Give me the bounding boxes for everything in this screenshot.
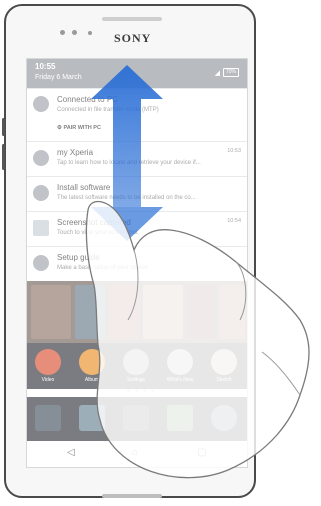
battery-icon: 70% <box>222 68 239 77</box>
notification-setup-guide[interactable]: Setup guide Make a basic setup of your d… <box>27 246 247 282</box>
app-label: Video <box>41 377 55 383</box>
screenshot-icon <box>33 220 49 236</box>
album-app-icon[interactable] <box>79 349 105 375</box>
search-icon <box>33 150 49 166</box>
status-time: 10:55 <box>35 62 56 71</box>
notification-subtitle: Make a basic setup of your device <box>57 265 148 271</box>
status-bar[interactable]: 10:55 Friday 6 March ◢ 70% <box>27 59 247 88</box>
notification-title: Connected to PC <box>57 95 118 104</box>
app-drawer-icon[interactable] <box>123 405 149 431</box>
notification-title: my Xperia <box>57 148 94 157</box>
app-label: What's New <box>166 377 194 383</box>
photo-thumbnail[interactable] <box>219 285 245 339</box>
video-app-icon[interactable] <box>35 349 61 375</box>
notification-title: Install software <box>57 183 111 192</box>
dock-row <box>27 397 247 443</box>
bottom-speaker <box>102 494 162 498</box>
apps-folder-icon[interactable] <box>35 405 61 431</box>
app-row: Video Album Settings What's New Sketch <box>27 343 247 389</box>
whats-new-app-icon[interactable] <box>167 349 193 375</box>
phone-icon[interactable] <box>211 405 237 431</box>
brand-logo: SONY <box>114 31 152 45</box>
photo-thumbnail[interactable] <box>109 285 139 339</box>
settings-app-icon[interactable] <box>123 349 149 375</box>
back-icon[interactable]: ◁ <box>67 447 75 458</box>
sketch-app-icon[interactable] <box>211 349 237 375</box>
screen: 10:55 Friday 6 March ◢ 70% Connected to … <box>26 58 248 468</box>
front-sensor-2 <box>72 30 77 35</box>
notification-time: 10:53 <box>227 148 241 154</box>
setup-icon <box>33 255 49 271</box>
app-label: Settings <box>126 377 146 383</box>
play-store-icon[interactable] <box>79 405 105 431</box>
notification-subtitle: The latest software needs to be installe… <box>57 195 196 201</box>
power-button[interactable] <box>2 118 5 136</box>
notification-my-xperia[interactable]: my Xperia Tap to learn how to locate and… <box>27 141 247 176</box>
volume-button[interactable] <box>2 144 5 170</box>
notification-subtitle: Tap to learn how to locate and retrieve … <box>57 160 201 166</box>
home-page-indicator <box>127 389 154 392</box>
phone-body: SONY 10:55 Friday 6 March ◢ 70% Connecte… <box>2 4 256 498</box>
photo-thumbnail[interactable] <box>143 285 183 339</box>
notification-install-software[interactable]: Install software The latest software nee… <box>27 176 247 211</box>
front-camera <box>88 31 92 35</box>
app-label: Album <box>84 377 100 383</box>
signal-icon: ◢ <box>214 69 220 77</box>
recent-apps-icon[interactable]: ▢ <box>197 447 206 458</box>
notification-subtitle: Touch to view your screenshot <box>57 230 138 236</box>
navigation-bar: ◁ ⌂ ▢ <box>27 441 247 467</box>
notification-title: Screenshot captured <box>57 218 131 227</box>
notification-subtitle: Connected in file transfer mode (MTP) <box>57 107 159 113</box>
photo-thumbnail[interactable] <box>75 285 105 339</box>
notification-time: 10:54 <box>227 218 241 224</box>
wallpaper-widget <box>27 281 247 343</box>
notification-screenshot[interactable]: Screenshot captured Touch to view your s… <box>27 211 247 246</box>
status-date: Friday 6 March <box>35 74 82 81</box>
app-label: Sketch <box>216 377 232 383</box>
messaging-icon[interactable] <box>167 405 193 431</box>
status-icons: ◢ 70% <box>215 68 239 77</box>
usb-icon <box>33 96 49 112</box>
notification-title: Setup guide <box>57 253 100 262</box>
update-icon <box>33 185 49 201</box>
photo-thumbnail[interactable] <box>187 285 215 339</box>
front-sensor-1 <box>60 30 65 35</box>
home-icon[interactable]: ⌂ <box>132 447 138 458</box>
notification-connected-pc[interactable]: Connected to PC Connected in file transf… <box>27 88 247 141</box>
earpiece-speaker <box>102 17 162 21</box>
pair-with-pc-action[interactable]: ⚙ PAIR WITH PC <box>57 125 101 131</box>
photo-thumbnail[interactable] <box>31 285 71 339</box>
